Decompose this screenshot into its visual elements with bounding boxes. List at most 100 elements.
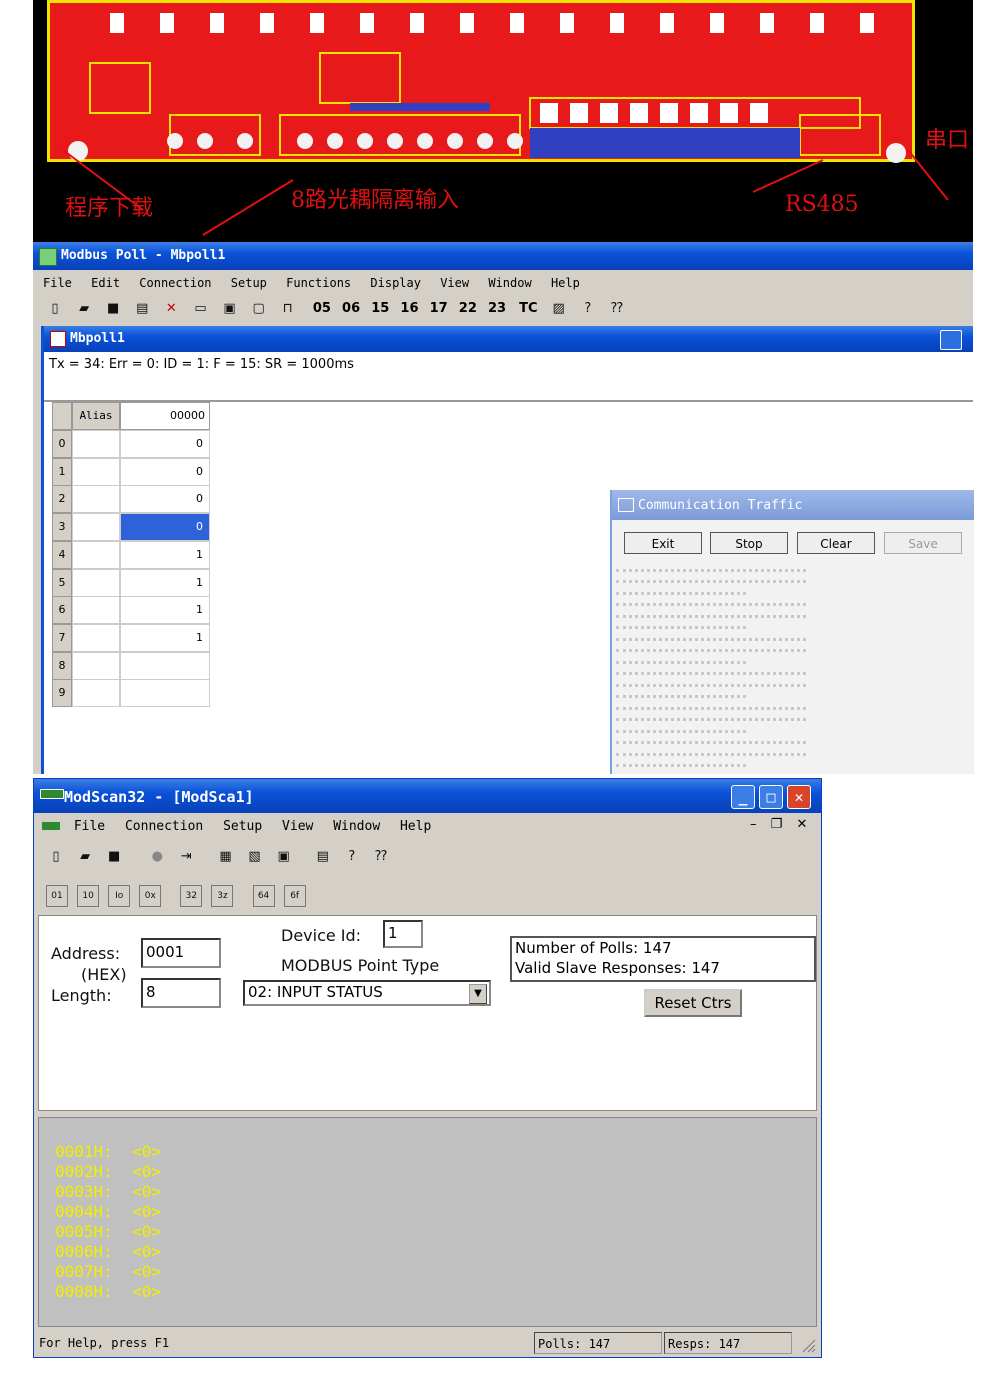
- grid-value-cell[interactable]: 0: [120, 513, 210, 542]
- grid-value-cell[interactable]: 0: [120, 457, 210, 486]
- fc-16[interactable]: 16: [400, 301, 418, 316]
- chart-icon[interactable]: ▨: [549, 299, 569, 319]
- ms-new-icon[interactable]: ▯: [46, 847, 66, 867]
- clear-button[interactable]: Clear: [797, 532, 875, 554]
- fc-17[interactable]: 17: [430, 301, 448, 316]
- grid-row-index[interactable]: 4: [52, 540, 72, 569]
- ms-open-icon[interactable]: ▰: [75, 847, 95, 867]
- format-hex-icon[interactable]: 0x: [139, 885, 162, 907]
- length-input[interactable]: 8: [141, 978, 221, 1008]
- grid-value-cell[interactable]: [120, 651, 210, 680]
- menu-help[interactable]: Help: [551, 276, 580, 290]
- grid-alias-cell[interactable]: [72, 568, 120, 597]
- ms-context-help-icon[interactable]: ⁇: [371, 847, 391, 867]
- grid-alias-cell[interactable]: [72, 651, 120, 680]
- ms-menu-file[interactable]: File: [74, 819, 105, 834]
- ms-display-icon[interactable]: ▦: [215, 847, 235, 867]
- ms-menu-setup[interactable]: Setup: [223, 819, 262, 834]
- resize-grip-icon[interactable]: [800, 1337, 816, 1353]
- grid-row-index[interactable]: 9: [52, 679, 72, 708]
- grid-row-index[interactable]: 7: [52, 623, 72, 652]
- modbus-poll-titlebar[interactable]: Modbus Poll - Mbpoll1: [33, 242, 973, 270]
- fc-06[interactable]: 06: [342, 301, 360, 316]
- menu-view[interactable]: View: [440, 276, 469, 290]
- grid-row-index[interactable]: 0: [52, 430, 72, 458]
- fc-23[interactable]: 23: [488, 301, 506, 316]
- ms-disconnect-icon[interactable]: ⇥: [176, 847, 196, 867]
- ms-menu-window[interactable]: Window: [333, 819, 380, 834]
- grid-alias-cell[interactable]: [72, 430, 120, 458]
- format-float-icon[interactable]: 32: [180, 885, 203, 907]
- chevron-down-icon[interactable]: ▼: [469, 984, 487, 1004]
- ms-menu-help[interactable]: Help: [400, 819, 431, 834]
- reset-counters-button[interactable]: Reset Ctrs: [644, 989, 742, 1017]
- minimize-icon[interactable]: _: [731, 785, 755, 809]
- connect-icon[interactable]: ▣: [220, 299, 240, 319]
- grid-alias-cell[interactable]: [72, 540, 120, 569]
- save-icon[interactable]: ■: [103, 299, 123, 319]
- format-io-icon[interactable]: Io: [108, 885, 131, 907]
- save-button[interactable]: Save: [884, 532, 962, 554]
- grid-alias-cell[interactable]: [72, 679, 120, 708]
- mdi-close-icon[interactable]: ✕: [796, 817, 807, 832]
- menu-window[interactable]: Window: [488, 276, 531, 290]
- menu-display[interactable]: Display: [370, 276, 421, 290]
- point-type-select[interactable]: 02: INPUT STATUS ▼: [243, 980, 491, 1006]
- grid-alias-cell[interactable]: [72, 513, 120, 542]
- grid-value-cell[interactable]: 0: [120, 430, 210, 458]
- menu-functions[interactable]: Functions: [286, 276, 351, 290]
- mbpoll1-titlebar[interactable]: Mbpoll1: [44, 326, 973, 352]
- grid-row-index[interactable]: 2: [52, 485, 72, 514]
- format-swap-icon[interactable]: 3z: [211, 885, 234, 907]
- stop-button[interactable]: Stop: [710, 532, 788, 554]
- help-icon[interactable]: ?: [578, 299, 598, 319]
- pulse-icon[interactable]: ⊓: [278, 299, 298, 319]
- ms-menu-view[interactable]: View: [282, 819, 313, 834]
- ms-save-icon[interactable]: ■: [104, 847, 124, 867]
- new-icon[interactable]: ▯: [45, 299, 65, 319]
- grid-header-alias[interactable]: Alias: [72, 402, 120, 430]
- grid-value-cell[interactable]: 1: [120, 568, 210, 597]
- menu-connection[interactable]: Connection: [139, 276, 211, 290]
- ms-chart-icon[interactable]: ▧: [245, 847, 265, 867]
- modscan-titlebar[interactable]: ModScan32 - [ModSca1] _ □ ✕: [34, 779, 821, 813]
- fc-22[interactable]: 22: [459, 301, 477, 316]
- address-input[interactable]: 0001: [141, 938, 221, 968]
- ms-connect-icon[interactable]: ●: [147, 847, 167, 867]
- fc-05[interactable]: 05: [313, 301, 331, 316]
- grid-row-index[interactable]: 1: [52, 457, 72, 486]
- format-binary-icon[interactable]: 01: [46, 885, 68, 907]
- ms-monitor-icon[interactable]: ▣: [274, 847, 294, 867]
- menu-edit[interactable]: Edit: [91, 276, 120, 290]
- maximize-icon[interactable]: □: [759, 785, 783, 809]
- grid-alias-cell[interactable]: [72, 623, 120, 652]
- menu-file[interactable]: File: [43, 276, 72, 290]
- menu-setup[interactable]: Setup: [231, 276, 267, 290]
- grid-value-cell[interactable]: [120, 679, 210, 708]
- window-icon[interactable]: ▭: [190, 299, 210, 319]
- ms-menu-connection[interactable]: Connection: [125, 819, 203, 834]
- grid-value-cell[interactable]: 0: [120, 485, 210, 514]
- traffic-button[interactable]: TC: [519, 301, 537, 316]
- grid-value-cell[interactable]: 1: [120, 540, 210, 569]
- grid-header-col[interactable]: 00000: [120, 402, 210, 430]
- ms-print-icon[interactable]: ▤: [313, 847, 333, 867]
- grid-value-cell[interactable]: 1: [120, 596, 210, 625]
- mdi-restore-icon[interactable]: ❐: [771, 817, 783, 832]
- grid-row-index[interactable]: 3: [52, 513, 72, 542]
- grid-row-index[interactable]: 8: [52, 651, 72, 680]
- disconnect-icon[interactable]: ▢: [249, 299, 269, 319]
- grid-value-cell[interactable]: 1: [120, 623, 210, 652]
- grid-alias-cell[interactable]: [72, 457, 120, 486]
- grid-alias-cell[interactable]: [72, 485, 120, 514]
- format-double-icon[interactable]: 64: [252, 885, 275, 907]
- grid-alias-cell[interactable]: [72, 596, 120, 625]
- mdi-minimize-icon[interactable]: –: [750, 817, 757, 832]
- open-icon[interactable]: ▰: [74, 299, 94, 319]
- print-icon[interactable]: ▤: [132, 299, 152, 319]
- format-double-swap-icon[interactable]: 6f: [283, 885, 306, 907]
- grid-row-index[interactable]: 5: [52, 568, 72, 597]
- comm-titlebar[interactable]: Communication Traffic: [612, 490, 974, 520]
- grid-row-index[interactable]: 6: [52, 596, 72, 625]
- ms-help-icon[interactable]: ?: [342, 847, 362, 867]
